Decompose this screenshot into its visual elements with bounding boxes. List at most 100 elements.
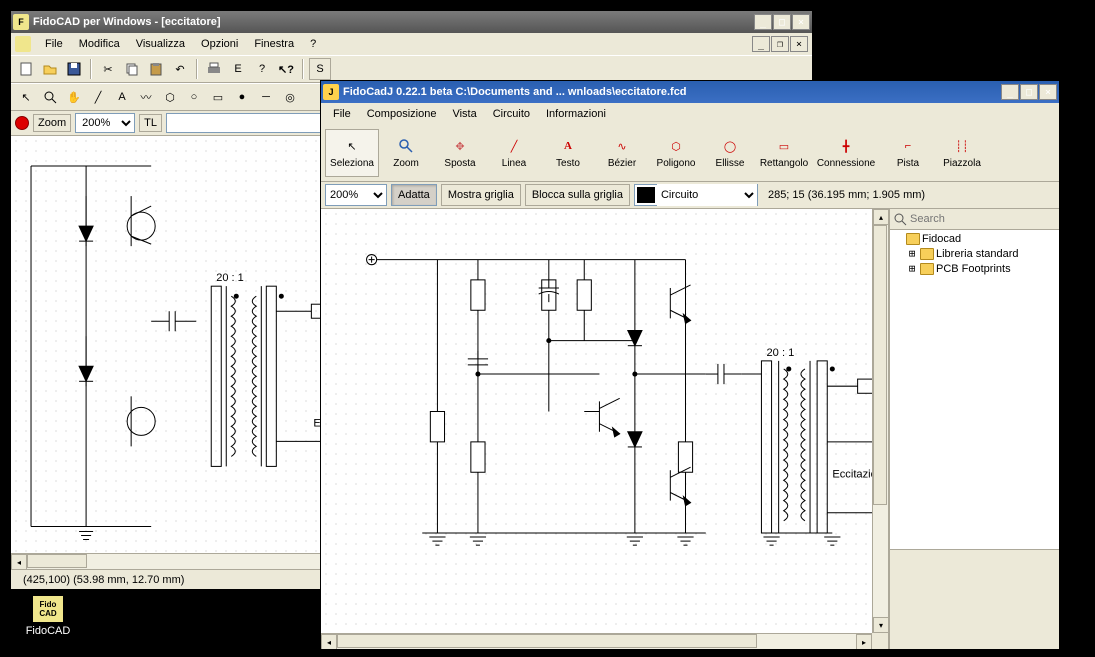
zoom-label: Zoom	[33, 114, 71, 132]
layer-select[interactable]: Circuito	[634, 184, 758, 206]
tree-pcb-footprints[interactable]: ⊞PCB Footprints	[892, 261, 1057, 276]
tool-seleziona[interactable]: ↖Seleziona	[325, 129, 379, 177]
zoom-tool[interactable]	[39, 86, 61, 108]
schematic-drawing: 20 : 1 Eccitazio	[321, 209, 888, 634]
record-icon[interactable]	[15, 116, 29, 130]
options-toolbar: 200% Adatta Mostra griglia Blocca sulla …	[321, 182, 1059, 209]
maximize-button[interactable]: □	[773, 14, 791, 30]
rect-tool[interactable]: ▭	[207, 86, 229, 108]
mostra-griglia-button[interactable]: Mostra griglia	[441, 184, 521, 206]
undo-button[interactable]: ↶	[169, 58, 191, 80]
minimize-button[interactable]: _	[754, 14, 772, 30]
eccit-label: Eccitazio	[832, 468, 877, 480]
tool-sposta[interactable]: ✥Sposta	[433, 129, 487, 177]
app-icon: F	[13, 14, 29, 30]
folder-icon	[920, 248, 934, 260]
adatta-button[interactable]: Adatta	[391, 184, 437, 206]
title-text: FidoCadJ 0.22.1 beta C:\Documents and ..…	[343, 86, 1001, 98]
menu-file[interactable]: File	[37, 36, 71, 52]
open-button[interactable]	[39, 58, 61, 80]
menu-finestra[interactable]: Finestra	[246, 36, 302, 52]
connection-tool[interactable]: ─	[255, 86, 277, 108]
blocca-griglia-button[interactable]: Blocca sulla griglia	[525, 184, 630, 206]
tree-fidocad[interactable]: Fidocad	[892, 232, 1057, 246]
maximize-button[interactable]: □	[1020, 84, 1038, 100]
ellipse-tool[interactable]: ○	[183, 86, 205, 108]
pan-tool[interactable]: ✋	[63, 86, 85, 108]
mdi-close-button[interactable]: ×	[790, 36, 808, 52]
tool-toolbar: ↖Seleziona Zoom ✥Sposta ╱Linea ATesto ∿B…	[321, 125, 1059, 182]
help-button[interactable]: ?	[251, 58, 273, 80]
desktop-icon-label: FidoCAD	[18, 625, 78, 637]
tool-linea[interactable]: ╱Linea	[487, 129, 541, 177]
menu-circuito[interactable]: Circuito	[485, 106, 538, 122]
close-button[interactable]: ×	[1039, 84, 1057, 100]
print-button[interactable]	[203, 58, 225, 80]
close-button[interactable]: ×	[792, 14, 810, 30]
pad-tool[interactable]: ◎	[279, 86, 301, 108]
s-button[interactable]: S	[309, 58, 331, 80]
menu-opzioni[interactable]: Opzioni	[193, 36, 246, 52]
titlebar[interactable]: J FidoCadJ 0.22.1 beta C:\Documents and …	[321, 81, 1059, 103]
tool-rettangolo[interactable]: ▭Rettangolo	[757, 129, 811, 177]
search-input[interactable]	[908, 211, 1057, 227]
tool-zoom[interactable]: Zoom	[379, 129, 433, 177]
layer-swatch	[637, 187, 655, 203]
h-scrollbar[interactable]: ◂▸	[321, 633, 872, 649]
mdi-minimize-button[interactable]: _	[752, 36, 770, 52]
tool-pista[interactable]: ⌐Pista	[881, 129, 935, 177]
new-button[interactable]	[15, 58, 37, 80]
menu-help[interactable]: ?	[302, 36, 324, 52]
save-button[interactable]	[63, 58, 85, 80]
export-button[interactable]: E	[227, 58, 249, 80]
library-tree[interactable]: Fidocad ⊞Libreria standard ⊞PCB Footprin…	[890, 230, 1059, 549]
paste-button[interactable]	[145, 58, 167, 80]
select-tool[interactable]: ↖	[15, 86, 37, 108]
whatsthis-button[interactable]: ↖?	[275, 58, 297, 80]
tl-label: TL	[139, 114, 162, 132]
minimize-button[interactable]: _	[1001, 84, 1019, 100]
main-toolbar: ✂ ↶ E ? ↖? S	[11, 55, 812, 83]
menu-vista[interactable]: Vista	[444, 106, 484, 122]
zoom-select[interactable]: 200%	[325, 184, 387, 206]
fidocad-icon: FidoCAD	[32, 595, 64, 623]
tool-connessione[interactable]: ╋Connessione	[811, 129, 881, 177]
v-scrollbar[interactable]: ▴▾	[872, 209, 888, 633]
mdi-icon	[15, 36, 31, 52]
menubar: File Modifica Visualizza Opzioni Finestr…	[11, 33, 812, 55]
copy-button[interactable]	[121, 58, 143, 80]
canvas[interactable]: 20 : 1 Eccitazio ◂▸ ▴▾	[321, 209, 889, 649]
tool-testo[interactable]: ATesto	[541, 129, 595, 177]
polygon-tool[interactable]: ⬡	[159, 86, 181, 108]
status-coords: (425,100) (53.98 mm, 12.70 mm)	[17, 574, 190, 586]
filled-circle-tool[interactable]: ●	[231, 86, 253, 108]
title-text: FidoCAD per Windows - [eccitatore]	[33, 16, 754, 28]
tool-ellisse[interactable]: ◯Ellisse	[703, 129, 757, 177]
tool-poligono[interactable]: ⬡Poligono	[649, 129, 703, 177]
menu-file[interactable]: File	[325, 106, 359, 122]
tool-piazzola[interactable]: ┊┊Piazzola	[935, 129, 989, 177]
menu-composizione[interactable]: Composizione	[359, 106, 445, 122]
menubar: File Composizione Vista Circuito Informa…	[321, 103, 1059, 125]
fidocadj-window: J FidoCadJ 0.22.1 beta C:\Documents and …	[320, 80, 1060, 650]
zoom-select[interactable]: 200%	[75, 113, 135, 133]
line-tool[interactable]: ╱	[87, 86, 109, 108]
preview-pane	[890, 549, 1059, 649]
library-panel: Fidocad ⊞Libreria standard ⊞PCB Footprin…	[889, 209, 1059, 649]
desktop-icon-fidocad[interactable]: FidoCAD FidoCAD	[18, 595, 78, 637]
folder-icon	[906, 233, 920, 245]
menu-visualizza[interactable]: Visualizza	[128, 36, 193, 52]
text-tool[interactable]: A	[111, 86, 133, 108]
search-icon	[892, 211, 908, 227]
ratio-label: 20 : 1	[216, 272, 244, 284]
tool-bezier[interactable]: ∿Bézier	[595, 129, 649, 177]
menu-modifica[interactable]: Modifica	[71, 36, 128, 52]
menu-informazioni[interactable]: Informazioni	[538, 106, 614, 122]
cut-button[interactable]: ✂	[97, 58, 119, 80]
bezier-tool[interactable]: 〰	[135, 86, 157, 108]
mdi-restore-button[interactable]: ❐	[771, 36, 789, 52]
folder-icon	[920, 263, 934, 275]
titlebar[interactable]: F FidoCAD per Windows - [eccitatore] _ □…	[11, 11, 812, 33]
tree-libreria-standard[interactable]: ⊞Libreria standard	[892, 246, 1057, 261]
coords-readout: 285; 15 (36.195 mm; 1.905 mm)	[762, 189, 931, 201]
